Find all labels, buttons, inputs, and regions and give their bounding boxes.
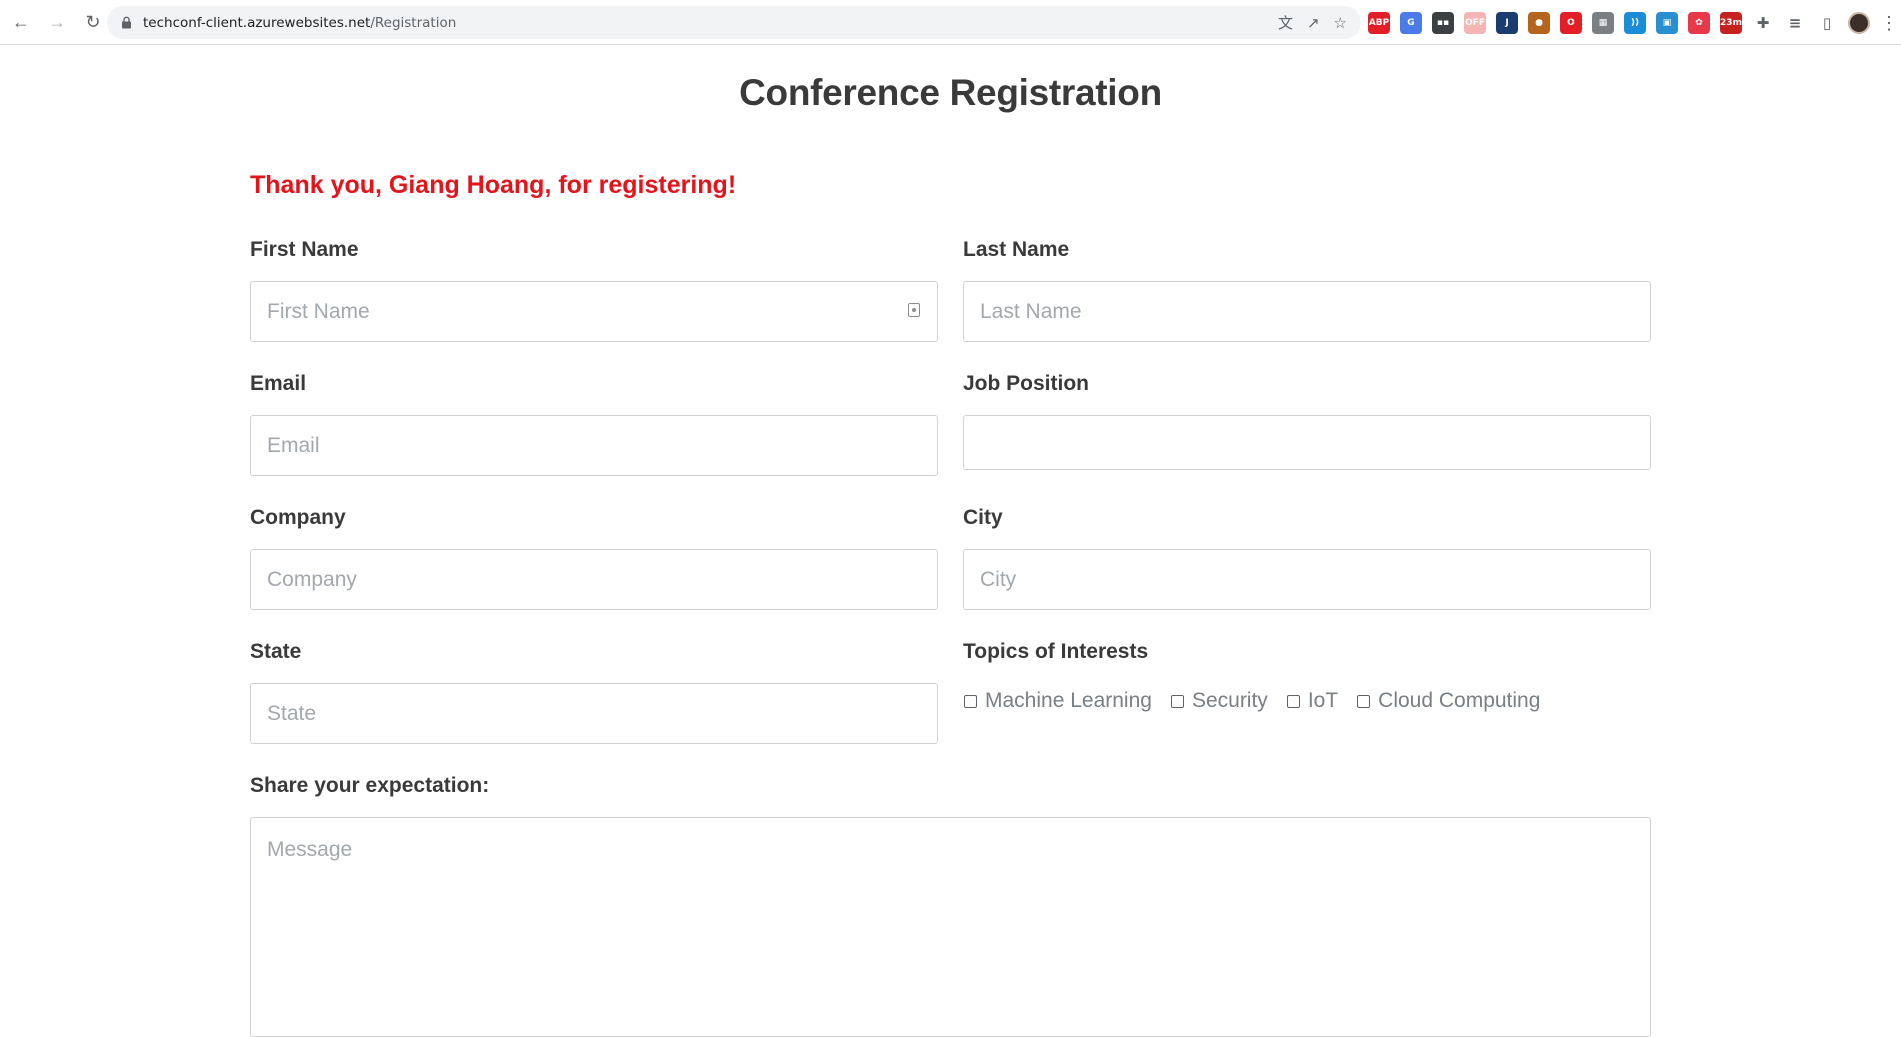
topic-label: IoT xyxy=(1307,689,1339,712)
topic-checkbox[interactable] xyxy=(1286,694,1300,708)
profile-avatar[interactable] xyxy=(1848,12,1870,34)
wifi-extension-icon[interactable]: )) xyxy=(1624,12,1646,34)
topic-checkbox[interactable] xyxy=(964,694,977,708)
side-panel-icon[interactable]: ▯ xyxy=(1816,12,1838,34)
topic-checkbox[interactable] xyxy=(1357,694,1371,708)
reload-icon: ↻ xyxy=(85,11,101,32)
url-path: /Registration xyxy=(370,14,457,31)
reading-list-icon[interactable]: ≡ xyxy=(1784,12,1806,34)
qr-extension-icon[interactable]: ▦ xyxy=(1592,12,1614,34)
topic-option[interactable]: Machine Learning xyxy=(964,689,1152,713)
email-label: Email xyxy=(250,372,307,395)
last-name-label: Last Name xyxy=(963,238,1070,261)
red-square-extension-icon[interactable]: ✿ xyxy=(1688,12,1710,34)
topic-option[interactable]: IoT xyxy=(1286,689,1339,713)
google-translate-extension-icon[interactable]: G xyxy=(1400,12,1422,34)
city-label: City xyxy=(963,506,1003,529)
topic-label: Security xyxy=(1191,689,1268,712)
company-input[interactable] xyxy=(250,549,938,610)
last-name-input[interactable] xyxy=(963,281,1651,342)
topics-checkbox-group: Machine Learning Security IoT Cloud Computi… xyxy=(964,689,1559,713)
state-input[interactable] xyxy=(250,683,938,744)
opera-extension-icon[interactable]: O xyxy=(1560,12,1582,34)
url-text: techconf-client.azurewebsites.net/Regist… xyxy=(143,15,456,31)
window-extension-icon[interactable]: ▣ xyxy=(1656,12,1678,34)
first-name-label: First Name xyxy=(250,238,359,261)
first-name-input[interactable] xyxy=(250,281,938,342)
browser-toolbar: ← → ↻ techconf-client.azurewebsites.net/… xyxy=(0,0,1901,45)
translate-icon[interactable]: 文 xyxy=(1278,12,1293,33)
address-bar[interactable]: techconf-client.azurewebsites.net/Regist… xyxy=(107,6,1361,39)
topic-label: Machine Learning xyxy=(985,689,1152,712)
timer-extension-icon[interactable]: 23m xyxy=(1720,12,1742,34)
topic-option[interactable]: Cloud Computing xyxy=(1357,689,1540,713)
topic-option[interactable]: Security xyxy=(1170,689,1268,713)
topics-label: Topics of Interests xyxy=(963,640,1149,663)
city-input[interactable] xyxy=(963,549,1651,610)
bookmark-star-icon[interactable]: ☆ xyxy=(1334,14,1347,32)
job-position-label: Job Position xyxy=(963,372,1089,395)
company-label: Company xyxy=(250,506,346,529)
email-input[interactable] xyxy=(250,415,938,476)
job-position-input[interactable] xyxy=(963,415,1651,470)
thanks-message: Thank you, Giang Hoang, for registering! xyxy=(250,171,737,199)
forward-arrow-icon: → xyxy=(48,11,66,32)
back-arrow-icon: ← xyxy=(12,11,30,32)
red-badge-extension-icon[interactable]: OFF xyxy=(1464,12,1486,34)
extensions-bar: ABP G ▪▪ OFF J ● O ▦)) ▣ ✿ 23m ✚ ≡ ▯ ⋮ xyxy=(1368,9,1898,37)
expectation-message-textarea[interactable] xyxy=(250,817,1651,1037)
topic-label: Cloud Computing xyxy=(1378,689,1541,712)
share-icon[interactable]: ↗ xyxy=(1307,14,1320,32)
lock-icon xyxy=(119,16,133,30)
page-title: Conference Registration xyxy=(739,72,1162,113)
autofill-contact-icon[interactable] xyxy=(908,303,920,317)
reload-button[interactable]: ↻ xyxy=(78,7,108,37)
browser-menu-icon[interactable]: ⋮ xyxy=(1880,13,1898,34)
forward-button[interactable]: → xyxy=(42,7,72,37)
puzzle-extensions-icon[interactable]: ✚ xyxy=(1752,12,1774,34)
j-extension-icon[interactable]: J xyxy=(1496,12,1518,34)
expectation-label: Share your expectation: xyxy=(250,774,490,797)
topic-checkbox[interactable] xyxy=(1170,694,1184,708)
adblock-plus-extension-icon[interactable]: ABP xyxy=(1368,12,1390,34)
registration-page: Conference Registration Thank you, Giang… xyxy=(0,46,1901,1037)
cookie-extension-icon[interactable]: ● xyxy=(1528,12,1550,34)
state-label: State xyxy=(250,640,302,663)
url-host: techconf-client.azurewebsites.net xyxy=(143,14,371,31)
back-button[interactable]: ← xyxy=(6,7,36,37)
dark-extension-icon[interactable]: ▪▪ xyxy=(1432,12,1454,34)
